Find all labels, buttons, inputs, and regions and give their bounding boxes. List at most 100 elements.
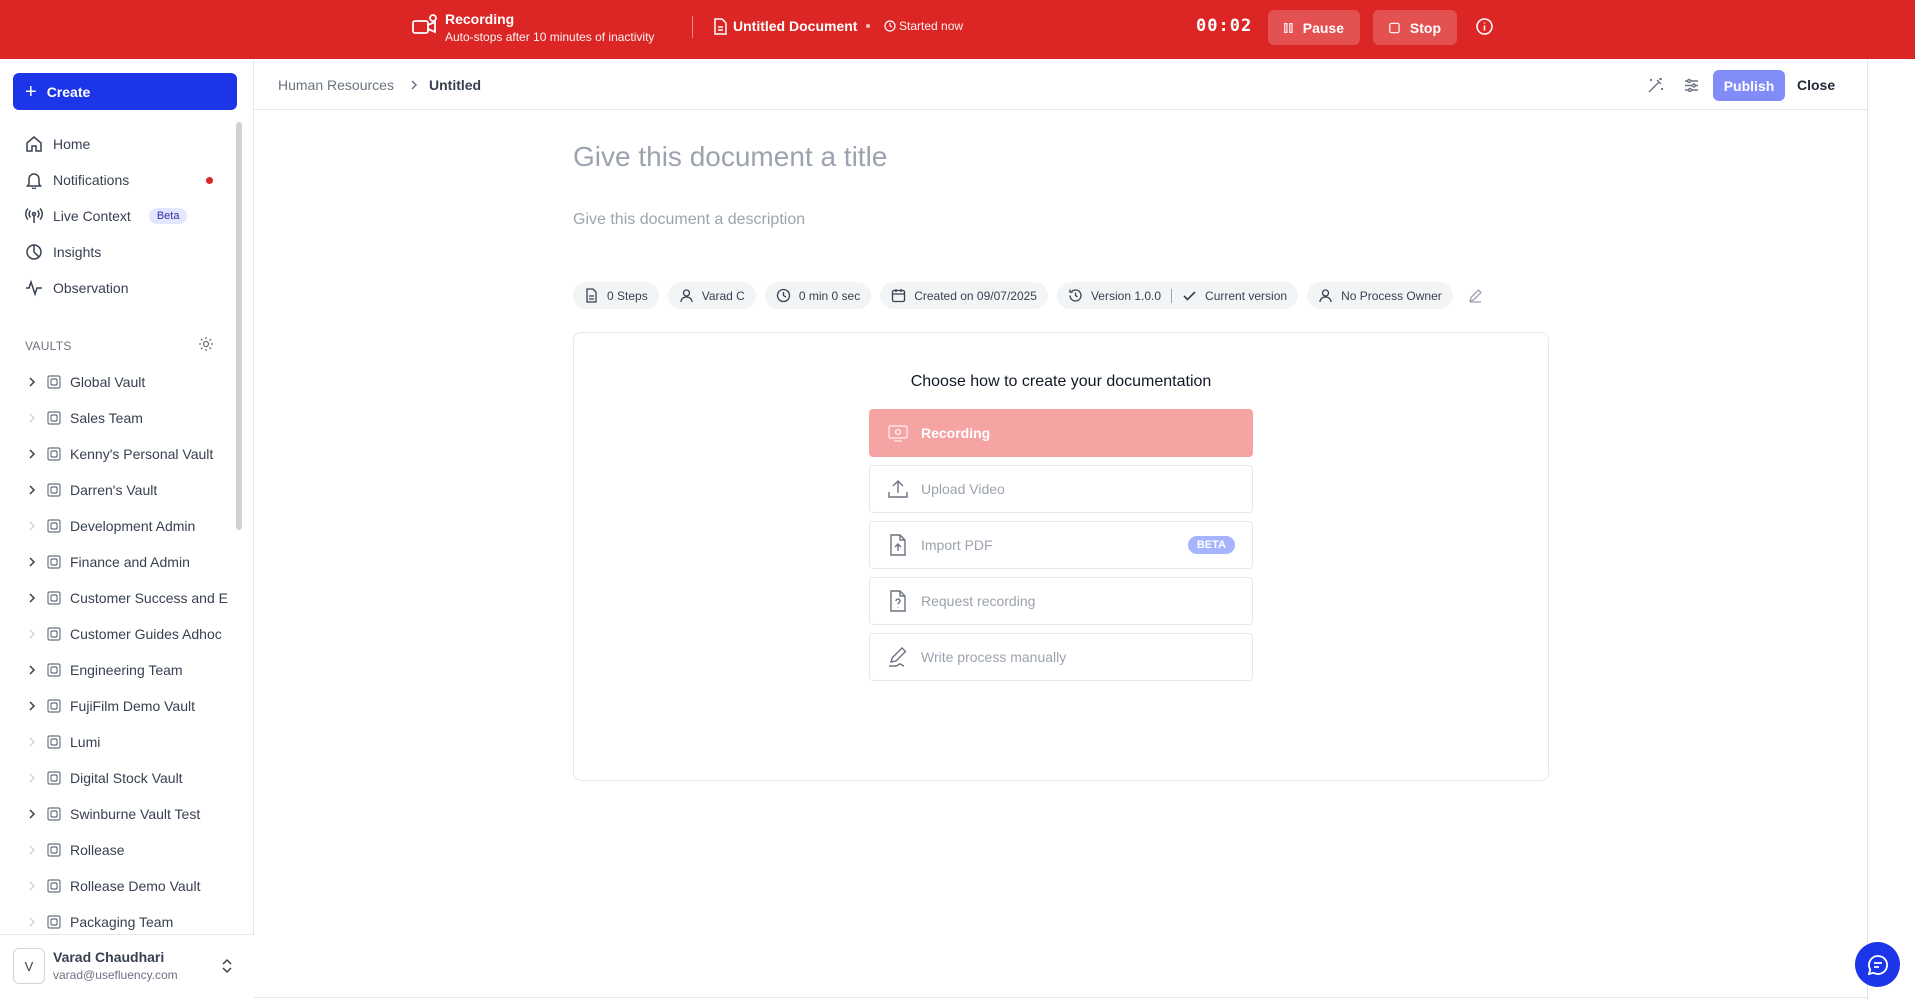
chevron-right-icon[interactable] — [24, 698, 40, 714]
chevron-right-icon[interactable] — [24, 554, 40, 570]
user-menu[interactable]: V Varad Chaudhari varad@usefluency.com — [0, 934, 254, 1000]
vault-label: Sales Team — [70, 410, 143, 426]
bell-icon — [26, 173, 42, 189]
sidebar-scrollbar[interactable] — [236, 122, 242, 530]
vault-icon — [47, 771, 61, 785]
chevron-right-icon[interactable] — [24, 914, 40, 930]
option-label: Recording — [921, 425, 991, 441]
beta-badge: Beta — [148, 208, 188, 224]
recording-title: Recording — [445, 11, 515, 27]
recording-document-name: Untitled Document — [733, 18, 858, 34]
process-owner-chip[interactable]: No Process Owner — [1307, 282, 1453, 309]
upload-video-option[interactable]: Upload Video — [869, 465, 1253, 513]
chevron-right-icon[interactable] — [24, 518, 40, 534]
vault-item[interactable]: Development Admin — [24, 508, 230, 544]
author-chip[interactable]: Varad C — [667, 282, 756, 309]
chevron-right-icon[interactable] — [24, 410, 40, 426]
sidebar-item-notifications[interactable]: Notifications — [13, 162, 237, 198]
vault-label: Kenny's Personal Vault — [70, 446, 214, 462]
create-button[interactable]: + Create — [13, 73, 237, 110]
vaults-heading: VAULTS — [25, 339, 72, 353]
vault-item[interactable]: Rollease Demo Vault — [24, 868, 230, 904]
recording-option[interactable]: Recording — [869, 409, 1253, 457]
stop-button[interactable]: Stop — [1373, 10, 1457, 45]
vault-label: FujiFilm Demo Vault — [70, 698, 195, 714]
vault-icon — [47, 411, 61, 425]
chevron-right-icon[interactable] — [24, 626, 40, 642]
vault-icon — [47, 735, 61, 749]
chevron-right-icon[interactable] — [24, 662, 40, 678]
steps-count: 0 Steps — [607, 288, 648, 303]
sidebar-item-insights[interactable]: Insights — [13, 234, 237, 270]
history-icon — [1069, 289, 1082, 302]
option-label: Upload Video — [921, 481, 1005, 497]
recording-timer: 00:02 — [1196, 16, 1253, 36]
breadcrumb-root[interactable]: Human Resources — [278, 77, 394, 93]
pause-button[interactable]: Pause — [1268, 10, 1360, 45]
user-name: Varad Chaudhari — [53, 949, 165, 965]
gear-icon[interactable] — [198, 336, 214, 352]
user-icon — [680, 289, 693, 303]
vault-item[interactable]: Finance and Admin — [24, 544, 230, 580]
import-pdf-option[interactable]: Import PDF BETA — [869, 521, 1253, 569]
chevron-right-icon[interactable] — [24, 842, 40, 858]
magic-wand-icon[interactable] — [1647, 77, 1664, 94]
vault-item[interactable]: Digital Stock Vault — [24, 760, 230, 796]
vault-label: Global Vault — [70, 374, 146, 390]
vault-item[interactable]: Engineering Team — [24, 652, 230, 688]
calendar-icon — [892, 289, 906, 303]
document-icon — [586, 288, 597, 303]
vault-item[interactable]: Customer Guides Adhoc — [24, 616, 230, 652]
write-manually-option[interactable]: Write process manually — [869, 633, 1253, 681]
sidebar-item-home[interactable]: Home — [13, 126, 237, 162]
dot-separator — [866, 24, 870, 28]
chat-support-button[interactable] — [1855, 942, 1900, 987]
version-chip[interactable]: Version 1.0.0 Current version — [1056, 282, 1299, 309]
duration-value: 0 min 0 sec — [798, 288, 861, 303]
edit-icon[interactable] — [1468, 288, 1483, 303]
chat-icon — [1867, 954, 1888, 975]
info-icon[interactable] — [1476, 18, 1493, 35]
chevron-right-icon[interactable] — [24, 374, 40, 390]
sidebar-item-observation[interactable]: Observation — [13, 270, 237, 306]
current-version-label: Current version — [1205, 288, 1288, 303]
option-label: Write process manually — [921, 649, 1067, 665]
vault-item[interactable]: Darren's Vault — [24, 472, 230, 508]
vault-item[interactable]: Global Vault — [24, 364, 230, 400]
chevron-right-icon[interactable] — [24, 446, 40, 462]
vault-item[interactable]: Customer Success and E — [24, 580, 230, 616]
sidebar-item-label: Home — [53, 136, 91, 152]
vault-item[interactable]: Rollease — [24, 832, 230, 868]
video-camera-icon — [412, 14, 437, 34]
chevron-right-icon[interactable] — [24, 770, 40, 786]
vault-icon — [47, 699, 61, 713]
vault-icon — [47, 915, 61, 929]
vault-item[interactable]: FujiFilm Demo Vault — [24, 688, 230, 724]
chevron-right-icon[interactable] — [24, 734, 40, 750]
chevron-up-down-icon[interactable] — [220, 957, 234, 975]
request-recording-option[interactable]: Request recording — [869, 577, 1253, 625]
document-description-input[interactable]: Give this document a description — [573, 211, 805, 229]
divider — [1171, 288, 1173, 303]
created-chip: Created on 09/07/2025 — [880, 282, 1048, 309]
chevron-right-icon[interactable] — [24, 590, 40, 606]
stop-label: Stop — [1409, 19, 1441, 36]
vault-label: Digital Stock Vault — [70, 770, 183, 786]
chevron-right-icon[interactable] — [24, 806, 40, 822]
publish-button[interactable]: Publish — [1713, 70, 1785, 101]
vault-label: Lumi — [70, 734, 101, 750]
vault-item[interactable]: Kenny's Personal Vault — [24, 436, 230, 472]
document-title-input[interactable]: Give this document a title — [573, 141, 887, 173]
vault-item[interactable]: Lumi — [24, 724, 230, 760]
sidebar-item-live-context[interactable]: Live Context Beta — [13, 198, 237, 234]
sliders-icon[interactable] — [1683, 77, 1700, 94]
close-button[interactable]: Close — [1797, 77, 1835, 93]
vault-item[interactable]: Sales Team — [24, 400, 230, 436]
chevron-right-icon[interactable] — [24, 482, 40, 498]
chevron-right-icon[interactable] — [24, 878, 40, 894]
sidebar-nav: Home Notifications Live Context Beta Ins… — [13, 126, 237, 306]
version-value: Version 1.0.0 — [1090, 288, 1162, 303]
vault-item[interactable]: Swinburne Vault Test — [24, 796, 230, 832]
option-label: Request recording — [921, 593, 1036, 609]
pause-label: Pause — [1302, 19, 1344, 36]
